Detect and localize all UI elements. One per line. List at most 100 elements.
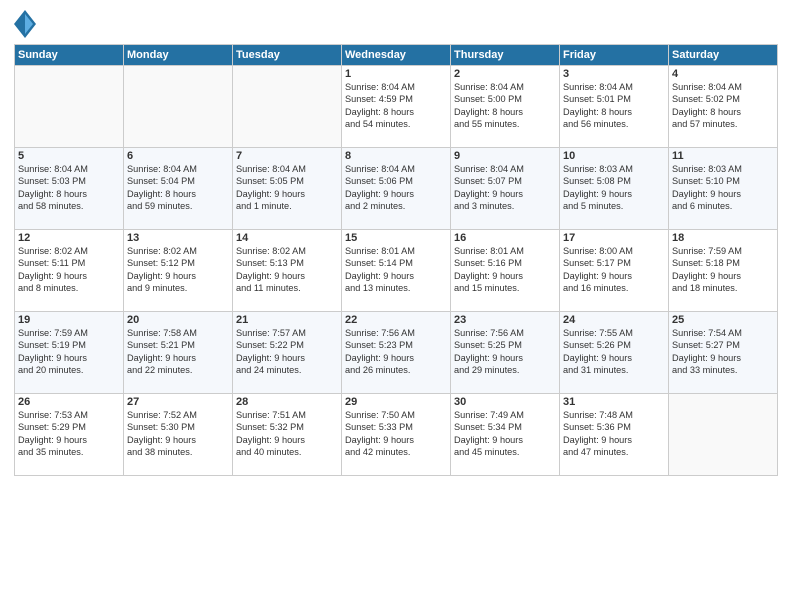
day-cell (15, 66, 124, 148)
day-info: Sunrise: 8:04 AM Sunset: 5:00 PM Dayligh… (454, 81, 556, 131)
weekday-header-sunday: Sunday (15, 45, 124, 66)
day-number: 2 (454, 68, 556, 80)
week-row-2: 5Sunrise: 8:04 AM Sunset: 5:03 PM Daylig… (15, 148, 778, 230)
day-info: Sunrise: 8:04 AM Sunset: 5:06 PM Dayligh… (345, 163, 447, 213)
day-number: 22 (345, 314, 447, 326)
day-cell: 27Sunrise: 7:52 AM Sunset: 5:30 PM Dayli… (124, 394, 233, 476)
day-cell: 16Sunrise: 8:01 AM Sunset: 5:16 PM Dayli… (451, 230, 560, 312)
day-info: Sunrise: 8:04 AM Sunset: 5:07 PM Dayligh… (454, 163, 556, 213)
week-row-1: 1Sunrise: 8:04 AM Sunset: 4:59 PM Daylig… (15, 66, 778, 148)
logo-icon (14, 10, 36, 38)
day-number: 5 (18, 150, 120, 162)
weekday-header-row: SundayMondayTuesdayWednesdayThursdayFrid… (15, 45, 778, 66)
day-cell: 1Sunrise: 8:04 AM Sunset: 4:59 PM Daylig… (342, 66, 451, 148)
day-cell: 22Sunrise: 7:56 AM Sunset: 5:23 PM Dayli… (342, 312, 451, 394)
day-cell: 5Sunrise: 8:04 AM Sunset: 5:03 PM Daylig… (15, 148, 124, 230)
day-cell: 11Sunrise: 8:03 AM Sunset: 5:10 PM Dayli… (669, 148, 778, 230)
day-number: 26 (18, 396, 120, 408)
day-number: 10 (563, 150, 665, 162)
day-info: Sunrise: 8:04 AM Sunset: 4:59 PM Dayligh… (345, 81, 447, 131)
day-cell: 8Sunrise: 8:04 AM Sunset: 5:06 PM Daylig… (342, 148, 451, 230)
day-cell: 9Sunrise: 8:04 AM Sunset: 5:07 PM Daylig… (451, 148, 560, 230)
day-cell: 18Sunrise: 7:59 AM Sunset: 5:18 PM Dayli… (669, 230, 778, 312)
day-info: Sunrise: 8:02 AM Sunset: 5:11 PM Dayligh… (18, 245, 120, 295)
day-info: Sunrise: 7:56 AM Sunset: 5:25 PM Dayligh… (454, 327, 556, 377)
day-cell: 3Sunrise: 8:04 AM Sunset: 5:01 PM Daylig… (560, 66, 669, 148)
day-cell: 29Sunrise: 7:50 AM Sunset: 5:33 PM Dayli… (342, 394, 451, 476)
day-cell (669, 394, 778, 476)
day-number: 4 (672, 68, 774, 80)
day-cell: 24Sunrise: 7:55 AM Sunset: 5:26 PM Dayli… (560, 312, 669, 394)
day-cell: 17Sunrise: 8:00 AM Sunset: 5:17 PM Dayli… (560, 230, 669, 312)
day-info: Sunrise: 8:04 AM Sunset: 5:04 PM Dayligh… (127, 163, 229, 213)
day-info: Sunrise: 7:59 AM Sunset: 5:19 PM Dayligh… (18, 327, 120, 377)
day-cell: 20Sunrise: 7:58 AM Sunset: 5:21 PM Dayli… (124, 312, 233, 394)
day-number: 24 (563, 314, 665, 326)
weekday-header-wednesday: Wednesday (342, 45, 451, 66)
day-number: 25 (672, 314, 774, 326)
day-number: 9 (454, 150, 556, 162)
day-info: Sunrise: 7:58 AM Sunset: 5:21 PM Dayligh… (127, 327, 229, 377)
day-number: 23 (454, 314, 556, 326)
day-cell: 28Sunrise: 7:51 AM Sunset: 5:32 PM Dayli… (233, 394, 342, 476)
day-cell: 21Sunrise: 7:57 AM Sunset: 5:22 PM Dayli… (233, 312, 342, 394)
day-number: 20 (127, 314, 229, 326)
day-number: 11 (672, 150, 774, 162)
calendar-table: SundayMondayTuesdayWednesdayThursdayFrid… (14, 44, 778, 476)
day-number: 1 (345, 68, 447, 80)
day-number: 12 (18, 232, 120, 244)
day-info: Sunrise: 7:49 AM Sunset: 5:34 PM Dayligh… (454, 409, 556, 459)
day-info: Sunrise: 8:03 AM Sunset: 5:08 PM Dayligh… (563, 163, 665, 213)
day-info: Sunrise: 7:57 AM Sunset: 5:22 PM Dayligh… (236, 327, 338, 377)
day-cell: 14Sunrise: 8:02 AM Sunset: 5:13 PM Dayli… (233, 230, 342, 312)
weekday-header-friday: Friday (560, 45, 669, 66)
day-cell: 31Sunrise: 7:48 AM Sunset: 5:36 PM Dayli… (560, 394, 669, 476)
day-cell (233, 66, 342, 148)
day-cell: 13Sunrise: 8:02 AM Sunset: 5:12 PM Dayli… (124, 230, 233, 312)
day-cell: 4Sunrise: 8:04 AM Sunset: 5:02 PM Daylig… (669, 66, 778, 148)
day-info: Sunrise: 8:04 AM Sunset: 5:02 PM Dayligh… (672, 81, 774, 131)
day-number: 21 (236, 314, 338, 326)
day-number: 30 (454, 396, 556, 408)
day-info: Sunrise: 7:54 AM Sunset: 5:27 PM Dayligh… (672, 327, 774, 377)
day-cell: 23Sunrise: 7:56 AM Sunset: 5:25 PM Dayli… (451, 312, 560, 394)
weekday-header-saturday: Saturday (669, 45, 778, 66)
day-number: 14 (236, 232, 338, 244)
day-info: Sunrise: 8:01 AM Sunset: 5:14 PM Dayligh… (345, 245, 447, 295)
week-row-4: 19Sunrise: 7:59 AM Sunset: 5:19 PM Dayli… (15, 312, 778, 394)
day-info: Sunrise: 8:03 AM Sunset: 5:10 PM Dayligh… (672, 163, 774, 213)
day-number: 13 (127, 232, 229, 244)
day-cell: 12Sunrise: 8:02 AM Sunset: 5:11 PM Dayli… (15, 230, 124, 312)
day-cell: 30Sunrise: 7:49 AM Sunset: 5:34 PM Dayli… (451, 394, 560, 476)
day-info: Sunrise: 7:53 AM Sunset: 5:29 PM Dayligh… (18, 409, 120, 459)
week-row-3: 12Sunrise: 8:02 AM Sunset: 5:11 PM Dayli… (15, 230, 778, 312)
day-number: 8 (345, 150, 447, 162)
day-number: 6 (127, 150, 229, 162)
day-number: 28 (236, 396, 338, 408)
day-cell: 10Sunrise: 8:03 AM Sunset: 5:08 PM Dayli… (560, 148, 669, 230)
weekday-header-monday: Monday (124, 45, 233, 66)
day-info: Sunrise: 8:04 AM Sunset: 5:03 PM Dayligh… (18, 163, 120, 213)
day-info: Sunrise: 8:02 AM Sunset: 5:13 PM Dayligh… (236, 245, 338, 295)
day-info: Sunrise: 7:51 AM Sunset: 5:32 PM Dayligh… (236, 409, 338, 459)
day-number: 27 (127, 396, 229, 408)
day-number: 7 (236, 150, 338, 162)
day-number: 19 (18, 314, 120, 326)
day-number: 3 (563, 68, 665, 80)
calendar-container: SundayMondayTuesdayWednesdayThursdayFrid… (0, 0, 792, 612)
day-number: 16 (454, 232, 556, 244)
day-info: Sunrise: 8:04 AM Sunset: 5:05 PM Dayligh… (236, 163, 338, 213)
logo (14, 10, 39, 38)
day-number: 31 (563, 396, 665, 408)
day-info: Sunrise: 8:02 AM Sunset: 5:12 PM Dayligh… (127, 245, 229, 295)
week-row-5: 26Sunrise: 7:53 AM Sunset: 5:29 PM Dayli… (15, 394, 778, 476)
day-info: Sunrise: 7:55 AM Sunset: 5:26 PM Dayligh… (563, 327, 665, 377)
day-cell: 15Sunrise: 8:01 AM Sunset: 5:14 PM Dayli… (342, 230, 451, 312)
day-cell: 7Sunrise: 8:04 AM Sunset: 5:05 PM Daylig… (233, 148, 342, 230)
day-number: 17 (563, 232, 665, 244)
day-info: Sunrise: 8:01 AM Sunset: 5:16 PM Dayligh… (454, 245, 556, 295)
day-info: Sunrise: 7:48 AM Sunset: 5:36 PM Dayligh… (563, 409, 665, 459)
day-cell: 19Sunrise: 7:59 AM Sunset: 5:19 PM Dayli… (15, 312, 124, 394)
day-cell (124, 66, 233, 148)
weekday-header-thursday: Thursday (451, 45, 560, 66)
